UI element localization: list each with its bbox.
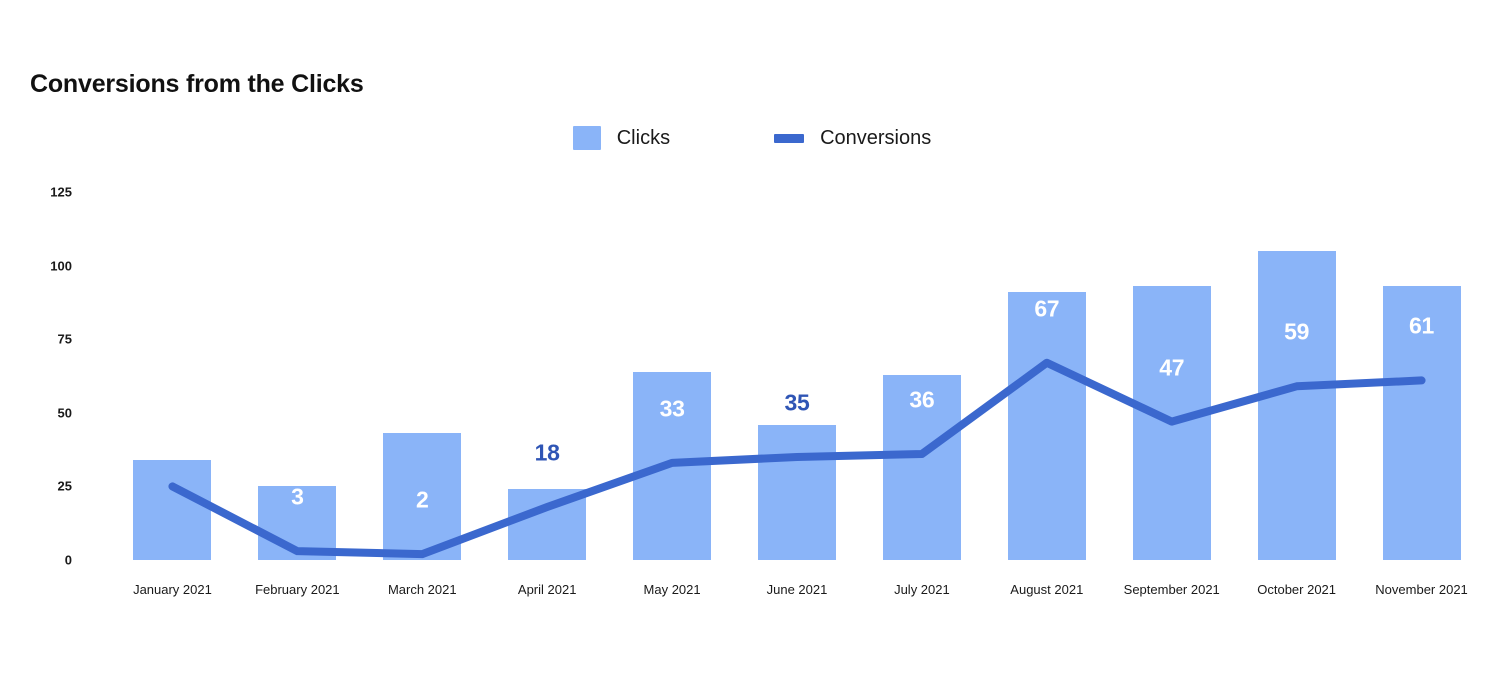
data-point-label: 59 — [1284, 318, 1310, 345]
data-point-label: 61 — [1409, 312, 1435, 339]
data-point-label: 47 — [1159, 354, 1185, 381]
data-point-label: 25 — [159, 418, 185, 445]
data-point-label: 2 — [416, 486, 429, 513]
data-point-label: 33 — [659, 395, 685, 422]
plot-area: 0 25 50 75 100 125 January 2021 February 2021 M… — [0, 0, 1504, 680]
x-axis-tick-label: October 2021 — [1257, 582, 1337, 597]
x-axis-tick-label: March 2021 — [387, 582, 457, 597]
x-axis-tick-label: April 2021 — [517, 582, 577, 597]
data-point-label: 35 — [784, 389, 810, 416]
x-axis-tick-label: November 2021 — [1375, 582, 1468, 597]
x-axis-tick-label: January 2021 — [133, 582, 212, 597]
chart-canvas: Conversions from the Clicks Clicks Conve… — [0, 0, 1504, 680]
x-axis-tick-label: June 2021 — [766, 582, 828, 597]
x-axis-tick-label: May 2021 — [643, 582, 701, 597]
data-point-label: 36 — [909, 386, 935, 413]
x-axis-tick-label: July 2021 — [894, 582, 950, 597]
data-point-label: 3 — [291, 483, 304, 510]
data-point-label: 67 — [1034, 295, 1060, 322]
data-point-label: 18 — [534, 439, 560, 466]
x-axis-tick-label: September 2021 — [1123, 582, 1220, 597]
x-axis-tick-label: February 2021 — [255, 582, 340, 597]
x-axis-tick-label: August 2021 — [1010, 582, 1084, 597]
x-axis: January 2021 February 2021 March 2021 April… — [0, 0, 1504, 680]
